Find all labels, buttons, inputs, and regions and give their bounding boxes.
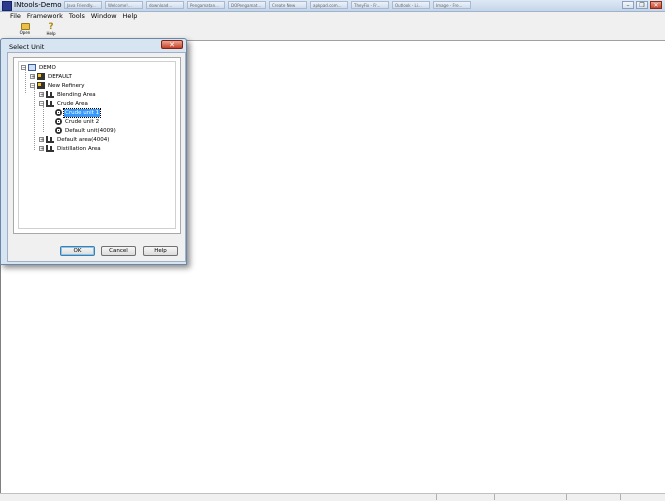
tree-node-label: Blending Area: [57, 91, 96, 98]
folder-icon: [20, 23, 30, 30]
app-icon: [2, 1, 12, 11]
collapse-toggle[interactable]: −: [21, 65, 26, 71]
window-tab[interactable]: download...: [146, 1, 184, 9]
plant-icon: [37, 73, 45, 80]
help-button[interactable]: ? Help: [40, 23, 62, 39]
open-label: Open: [19, 30, 31, 35]
tree-node-label: Crude unit 2: [65, 118, 100, 125]
background-window-tabs: Java Friendly... Welcome!... download...…: [64, 1, 471, 10]
menu-bar: File Framework Tools Window Help: [0, 12, 665, 21]
area-icon: [46, 100, 54, 107]
unit-icon: [55, 109, 62, 116]
main-title-bar: INtools-Demo Java Friendly... Welcome!..…: [0, 0, 665, 12]
tree-node-default-area[interactable]: + Default area(4004): [39, 135, 110, 144]
tree-node-crude-area[interactable]: − Crude Area: [39, 99, 89, 108]
help-label: Help: [46, 31, 56, 36]
expand-toggle[interactable]: +: [39, 146, 44, 152]
minimize-button[interactable]: –: [622, 1, 634, 9]
window-controls: – ❐ ✕: [622, 1, 662, 9]
question-icon: ?: [48, 22, 54, 32]
select-unit-dialog: Select Unit ✕ − DEMO + DEFAULT − New Ref…: [0, 38, 187, 265]
menu-framework[interactable]: Framework: [27, 12, 63, 21]
maximize-button[interactable]: ❐: [636, 1, 648, 9]
tree-node-new-refinery[interactable]: − New Refinery: [30, 81, 86, 90]
window-tab[interactable]: Create New: [269, 1, 307, 9]
collapse-toggle[interactable]: −: [30, 83, 35, 89]
window-tab[interactable]: Java Friendly...: [64, 1, 102, 9]
database-icon: [28, 64, 36, 71]
expand-toggle[interactable]: +: [39, 92, 44, 98]
menu-tools[interactable]: Tools: [69, 12, 85, 21]
expand-toggle[interactable]: +: [30, 74, 35, 80]
unit-tree[interactable]: − DEMO + DEFAULT − New Refinery + Blendi…: [18, 61, 176, 229]
tree-node-label: Default unit(4009): [65, 127, 116, 134]
tree-node-label: DEMO: [39, 64, 56, 71]
window-tab[interactable]: apkpad.com...: [310, 1, 348, 9]
tree-node-demo[interactable]: − DEMO: [21, 63, 57, 72]
tree-node-label: Distillation Area: [57, 145, 101, 152]
window-tab[interactable]: Image - Fre...: [433, 1, 471, 9]
tree-node-label: Crude Area: [57, 100, 88, 107]
tree-node-crude-unit-1[interactable]: Crude unit 1: [55, 107, 102, 118]
tree-node-label: Default area(4004): [57, 136, 110, 143]
status-segment: [494, 494, 495, 500]
tree-connector: [34, 88, 35, 150]
dialog-title: Select Unit: [9, 43, 45, 51]
window-tab[interactable]: DOPengamat...: [228, 1, 266, 9]
unit-tree-frame: − DEMO + DEFAULT − New Refinery + Blendi…: [13, 57, 181, 234]
tree-node-blending-area[interactable]: + Blending Area: [39, 90, 97, 99]
tree-node-distillation-area[interactable]: + Distillation Area: [39, 144, 102, 153]
window-tab[interactable]: TheyFix - Fr...: [351, 1, 389, 9]
ok-button[interactable]: OK: [60, 246, 95, 256]
plant-icon: [37, 82, 45, 89]
area-icon: [46, 145, 54, 152]
tree-connector: [43, 106, 44, 132]
tree-connector: [25, 70, 26, 93]
menu-file[interactable]: File: [10, 12, 21, 21]
area-icon: [46, 136, 54, 143]
tree-node-label: DEFAULT: [48, 73, 72, 80]
unit-icon: [55, 127, 62, 134]
collapse-toggle[interactable]: −: [39, 101, 44, 107]
status-segment: [436, 494, 437, 500]
menu-help[interactable]: Help: [123, 12, 138, 21]
dialog-close-button[interactable]: ✕: [161, 40, 183, 49]
close-window-button[interactable]: ✕: [650, 1, 662, 9]
area-icon: [46, 91, 54, 98]
status-segment: [620, 494, 621, 500]
window-tab[interactable]: Outlook - Li...: [392, 1, 430, 9]
menu-window[interactable]: Window: [91, 12, 117, 21]
cancel-button[interactable]: Cancel: [101, 246, 136, 256]
dialog-body: − DEMO + DEFAULT − New Refinery + Blendi…: [7, 52, 186, 262]
window-title: INtools-Demo: [14, 1, 62, 9]
window-tab[interactable]: Pengamatan...: [187, 1, 225, 9]
window-tab[interactable]: Welcome!...: [105, 1, 143, 9]
help-dialog-button[interactable]: Help: [143, 246, 178, 256]
open-button[interactable]: Open: [14, 23, 36, 39]
tree-node-label: New Refinery: [48, 82, 85, 89]
tree-node-crude-unit-2[interactable]: Crude unit 2: [55, 117, 100, 126]
tree-node-default[interactable]: + DEFAULT: [30, 72, 73, 81]
status-segment: [566, 494, 567, 500]
expand-toggle[interactable]: +: [39, 137, 44, 143]
tree-node-label-selected: Crude unit 1: [62, 107, 102, 118]
unit-icon: [55, 118, 62, 125]
tree-node-default-unit[interactable]: Default unit(4009): [55, 126, 117, 135]
